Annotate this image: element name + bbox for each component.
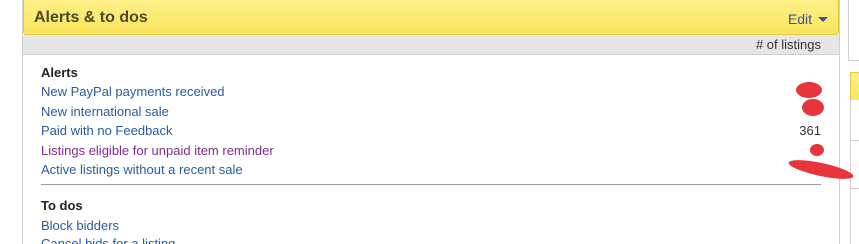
redaction-mark [810, 144, 824, 156]
redaction-mark [802, 99, 824, 116]
alert-link-paid-no-feedback[interactable]: Paid with no Feedback [41, 123, 173, 138]
side-panel-top [848, 0, 859, 61]
side-panel-body [850, 100, 859, 244]
todos-heading: To dos [41, 198, 83, 213]
side-panel-header [850, 72, 859, 102]
alert-link-international-sale[interactable]: New international sale [41, 104, 169, 119]
alerts-todos-panel: Alerts & to dos Edit # of listings Alert… [22, 0, 840, 244]
todo-link-cancel-bids[interactable]: Cancel bids for a listing [41, 236, 175, 244]
listings-count-column-header: # of listings [755, 37, 821, 52]
edit-link[interactable]: Edit [788, 11, 812, 27]
panel-title: Alerts & to dos [34, 9, 148, 26]
alert-link-unpaid-item-reminder[interactable]: Listings eligible for unpaid item remind… [41, 143, 274, 158]
alert-count-paid-no-feedback: 361 [799, 123, 821, 138]
alert-link-active-no-recent-sale[interactable]: Active listings without a recent sale [41, 162, 243, 177]
todo-link-block-bidders[interactable]: Block bidders [41, 218, 119, 233]
alert-link-paypal-payments[interactable]: New PayPal payments received [41, 84, 225, 99]
panel-header: Alerts & to dos Edit [23, 0, 839, 35]
page: Alerts & to dos Edit # of listings Alert… [0, 0, 859, 244]
side-panel-divider [850, 140, 859, 141]
section-divider [41, 184, 821, 185]
column-header-bar: # of listings [23, 35, 839, 55]
chevron-down-icon[interactable] [818, 17, 828, 22]
side-panel-divider [850, 188, 859, 189]
redaction-mark [796, 82, 822, 98]
alerts-heading: Alerts [41, 65, 78, 80]
